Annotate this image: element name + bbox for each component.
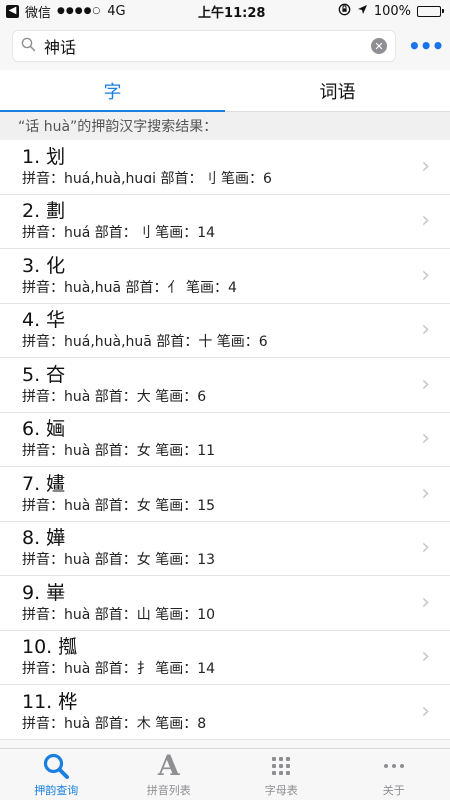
tab-pinyin-list[interactable]: A 拼音列表 [113, 749, 226, 800]
list-item[interactable]: 8. 嬅拼音：huà 部首：女 笔画：13 › [0, 522, 450, 576]
list-item[interactable]: 3. 化拼音：huà,huā 部首：亻 笔画：4 › [0, 249, 450, 304]
battery-icon [416, 5, 444, 17]
item-title: 7. 嫿 [22, 472, 66, 495]
list-item[interactable]: 11. 桦拼音：huà 部首：木 笔画：8 › [0, 685, 450, 740]
chevron-right-icon: › [421, 426, 430, 452]
chevron-right-icon: › [421, 371, 430, 397]
item-title: 10. 摦 [22, 636, 78, 659]
status-time: 上午11:28 [198, 5, 266, 21]
search-icon [21, 37, 36, 56]
list-item[interactable]: 7. 嫿拼音：huà 部首：女 笔画：15 › [0, 467, 450, 522]
chevron-right-icon: › [421, 535, 430, 561]
list-item[interactable]: 9. 崋拼音：huà 部首：山 笔画：10 › [0, 576, 450, 631]
search-row: ✕ ••• [0, 22, 450, 70]
item-details: 拼音：huà 部首：女 笔画：11 [22, 443, 216, 460]
chevron-right-icon: › [421, 644, 430, 670]
tab-label: 关于 [382, 783, 405, 797]
back-to-app-icon[interactable]: ◀ [6, 4, 19, 18]
item-details: 拼音：huà 部首：女 笔画：15 [22, 497, 216, 514]
list-item[interactable]: 4. 华拼音：huá,huà,huā 部首：十 笔画：6 › [0, 304, 450, 358]
list-item[interactable]: 6. 婳拼音：huà 部首：女 笔画：11 › [0, 413, 450, 467]
list-item[interactable]: 10. 摦拼音：huà 部首：扌 笔画：14 › [0, 631, 450, 685]
chevron-right-icon: › [421, 153, 430, 179]
item-title: 5. 夻 [22, 363, 66, 386]
battery-percent: 100% [373, 3, 411, 19]
chevron-right-icon: › [421, 589, 430, 615]
tab-characters[interactable]: 字 [0, 70, 225, 112]
carrier-label: 微信 [25, 5, 52, 21]
chevron-right-icon: › [421, 480, 430, 506]
list-item[interactable]: 1. 划拼音：huá,huà,huɑi 部首：刂 笔画：6 › [0, 140, 450, 195]
item-details: 拼音：huà 部首：女 笔画：13 [22, 552, 216, 569]
search-icon [42, 752, 70, 780]
chevron-right-icon: › [421, 262, 430, 288]
tab-rhyme-search[interactable]: 押韵查询 [0, 749, 113, 800]
item-details: 拼音：huá 部首：刂 笔画：14 [22, 225, 216, 242]
status-bar: ◀ 微信 ●●●●○ 4G 上午11:28 100% [0, 0, 450, 22]
location-icon [357, 4, 368, 19]
item-details: 拼音：huà 部首：大 笔画：6 [22, 388, 207, 405]
tab-label: 拼音列表 [146, 783, 191, 797]
item-title: 11. 桦 [22, 690, 78, 713]
item-title: 8. 嬅 [22, 527, 66, 550]
list-item[interactable]: 2. 劃拼音：huá 部首：刂 笔画：14 › [0, 195, 450, 249]
item-details: 拼音：huá,huà,huā 部首：十 笔画：6 [22, 334, 268, 351]
signal-icon: ●●●●○ [57, 6, 102, 16]
tab-alphabet[interactable]: 字母表 [225, 749, 338, 800]
item-title: 1. 划 [22, 145, 66, 168]
item-details: 拼音：huà,huā 部首：亻 笔画：4 [22, 279, 237, 296]
item-details: 拼音：huà 部首：山 笔画：10 [22, 606, 216, 623]
item-title: 6. 婳 [22, 418, 66, 441]
chevron-right-icon: › [421, 698, 430, 724]
search-box[interactable]: ✕ [12, 30, 396, 62]
more-icon [383, 752, 404, 780]
chevron-right-icon: › [421, 208, 430, 234]
item-details: 拼音：huà 部首：扌 笔画：14 [22, 661, 216, 678]
letter-a-icon: A [157, 748, 180, 782]
item-title: 9. 崋 [22, 581, 66, 604]
network-label: 4G [107, 3, 126, 19]
tab-words[interactable]: 词语 [225, 70, 450, 111]
orientation-lock-icon [338, 3, 351, 20]
list-item[interactable]: 5. 夻拼音：huà 部首：大 笔画：6 › [0, 358, 450, 413]
results-header: “话 huà”的押韵汉字搜索结果： [0, 112, 450, 140]
tab-about[interactable]: 关于 [338, 749, 450, 800]
bottom-tab-bar: 押韵查询 A 拼音列表 字母表 关于 [0, 748, 450, 800]
item-title: 3. 化 [22, 254, 66, 277]
item-details: 拼音：huà 部首：木 笔画：8 [22, 715, 207, 732]
chevron-right-icon: › [421, 317, 430, 343]
tab-bar-top: 字 词语 [0, 70, 450, 112]
search-input[interactable] [44, 36, 363, 56]
grid-icon [272, 752, 291, 780]
item-details: 拼音：huá,huà,huɑi 部首：刂 笔画：6 [22, 170, 272, 187]
clear-search-button[interactable]: ✕ [371, 38, 387, 54]
tab-label: 字母表 [264, 783, 298, 797]
tab-label: 押韵查询 [34, 783, 79, 797]
item-title: 4. 华 [22, 309, 66, 332]
more-options-button[interactable]: ••• [408, 34, 444, 58]
item-title: 2. 劃 [22, 200, 66, 223]
results-list: 1. 划拼音：huá,huà,huɑi 部首：刂 笔画：6 › 2. 劃拼音：h… [0, 140, 450, 740]
